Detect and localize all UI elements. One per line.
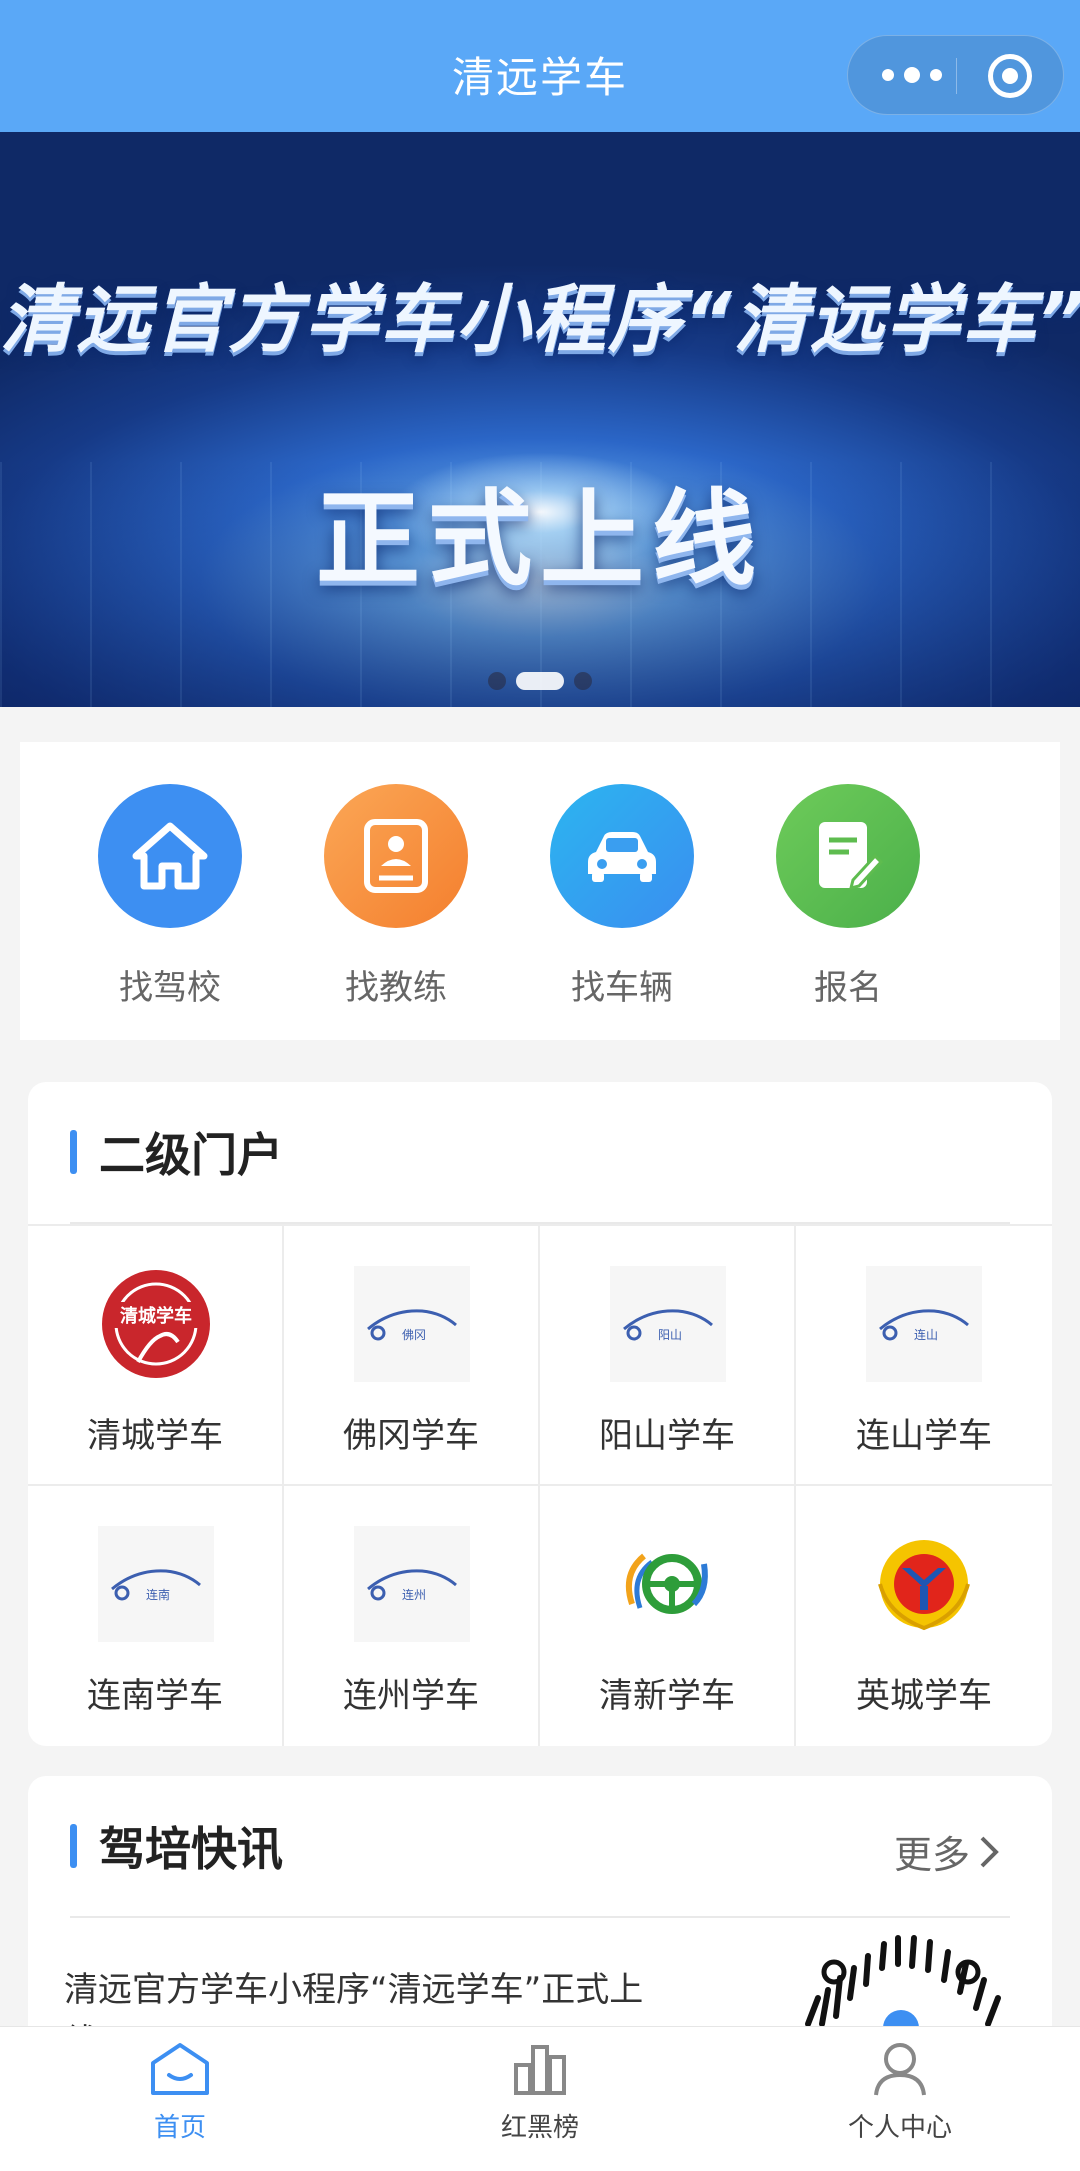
miniprogram-capsule <box>847 35 1064 115</box>
tab-profile[interactable]: 个人中心 <box>780 2041 1020 2144</box>
portal-item-lianshan[interactable]: 连山 连山学车 <box>796 1224 1052 1486</box>
capsule-divider <box>956 58 957 94</box>
carousel-indicator <box>0 672 1080 690</box>
form-edit-icon <box>776 784 920 928</box>
title-accent-bar <box>70 1824 77 1868</box>
news-title: 驾培快讯 <box>99 1822 283 1876</box>
tab-label: 个人中心 <box>847 2113 952 2143</box>
portal-item-liannan[interactable]: 连南 连南学车 <box>28 1486 284 1746</box>
tab-home[interactable]: 首页 <box>60 2041 300 2144</box>
tab-ranking[interactable]: 红黑榜 <box>420 2041 660 2144</box>
portal-item-name: 连山学车 <box>856 1416 992 1456</box>
portal-item-name: 清城学车 <box>87 1416 223 1456</box>
portal-item-qingxin[interactable]: 清新学车 <box>540 1486 796 1746</box>
banner-carousel[interactable]: 清远官方学车小程序“清远学车” 正式上线 <box>0 132 1080 707</box>
portal-item-name: 英城学车 <box>856 1676 992 1716</box>
news-thumbnail[interactable] <box>788 1928 1014 2036</box>
portal-item-qingcheng[interactable]: 清城学车 清城学车 <box>28 1224 284 1486</box>
liannan-logo-text: 连南 <box>146 1587 170 1602</box>
news-more-link[interactable]: 更多 <box>894 1824 1000 1879</box>
carousel-dot[interactable] <box>488 672 506 690</box>
chevron-right-icon <box>980 1836 999 1867</box>
portal-item-fogang[interactable]: 佛冈 佛冈学车 <box>284 1224 540 1486</box>
lianzhou-car-logo: 连州 <box>354 1526 470 1642</box>
portal-item-yangshan[interactable]: 阳山 阳山学车 <box>540 1224 796 1486</box>
lianshan-logo-text: 连山 <box>914 1327 938 1342</box>
more-icon[interactable] <box>882 60 942 90</box>
yingcheng-emblem-logo <box>866 1526 982 1642</box>
more-label: 更多 <box>893 1833 970 1877</box>
close-target-icon[interactable] <box>988 54 1032 98</box>
quick-label: 找驾校 <box>119 968 221 1008</box>
news-card: 驾培快讯 更多 清远官方学车小程序“清远学车”正式上线！ <box>28 1776 1052 2036</box>
portal-item-yingcheng[interactable]: 英城学车 <box>796 1486 1052 1746</box>
ranking-icon <box>514 2045 566 2095</box>
quick-find-school[interactable]: 找驾校 <box>70 784 270 1009</box>
liannan-car-logo: 连南 <box>98 1526 214 1642</box>
tab-label: 首页 <box>153 2113 206 2143</box>
car-icon <box>550 784 694 928</box>
banner-headline: 清远官方学车小程序“清远学车” <box>0 277 1080 363</box>
carousel-dot[interactable] <box>574 672 592 690</box>
quick-register[interactable]: 报名 <box>748 784 948 1009</box>
user-icon <box>874 2043 926 2096</box>
title-accent-bar <box>70 1130 77 1174</box>
quick-menu: 找驾校 找教练 找车辆 报名 <box>20 742 1060 1040</box>
yangshan-car-logo: 阳山 <box>610 1266 726 1382</box>
lianzhou-logo-text: 连州 <box>402 1587 426 1602</box>
nav-header: 清远学车 <box>0 0 1080 132</box>
yangshan-logo-text: 阳山 <box>658 1328 682 1342</box>
tab-label: 红黑榜 <box>500 2113 579 2143</box>
news-header: 驾培快讯 <box>70 1816 283 1876</box>
portal-card: 二级门户 清城学车 清城学车 佛冈 佛冈学车 阳山 阳山学车 连山 连山学车 连… <box>28 1082 1052 1746</box>
id-card-icon <box>324 784 468 928</box>
quick-label: 找车辆 <box>571 968 673 1008</box>
quick-find-vehicle[interactable]: 找车辆 <box>522 784 722 1009</box>
quick-label: 找教练 <box>345 968 447 1008</box>
portal-title: 二级门户 <box>99 1128 283 1182</box>
portal-item-name: 清新学车 <box>599 1676 735 1716</box>
portal-header: 二级门户 <box>70 1122 283 1182</box>
quick-label: 报名 <box>814 968 882 1008</box>
quick-find-coach[interactable]: 找教练 <box>296 784 496 1009</box>
fogang-logo-text: 佛冈 <box>402 1328 426 1342</box>
tab-bar: 首页 红黑榜 个人中心 <box>0 2026 1080 2171</box>
portal-item-name: 连南学车 <box>87 1676 223 1716</box>
qingcheng-logo: 清城学车 <box>98 1266 214 1382</box>
fogang-car-logo: 佛冈 <box>354 1266 470 1382</box>
home-icon <box>98 784 242 928</box>
lianshan-car-logo: 连山 <box>866 1266 982 1382</box>
home-tab-icon <box>151 2043 209 2095</box>
portal-item-name: 连州学车 <box>343 1676 479 1716</box>
divider <box>70 1916 1010 1918</box>
portal-item-name: 佛冈学车 <box>343 1416 479 1456</box>
portal-grid: 清城学车 清城学车 佛冈 佛冈学车 阳山 阳山学车 连山 连山学车 连南 连南学… <box>28 1224 1052 1746</box>
portal-item-name: 阳山学车 <box>599 1416 735 1456</box>
qingcheng-logo-text: 清城学车 <box>120 1305 192 1327</box>
carousel-dot-active[interactable] <box>516 672 564 690</box>
portal-item-lianzhou[interactable]: 连州 连州学车 <box>284 1486 540 1746</box>
qingxin-wheel-logo <box>610 1526 726 1642</box>
banner-subline: 正式上线 <box>315 478 764 600</box>
